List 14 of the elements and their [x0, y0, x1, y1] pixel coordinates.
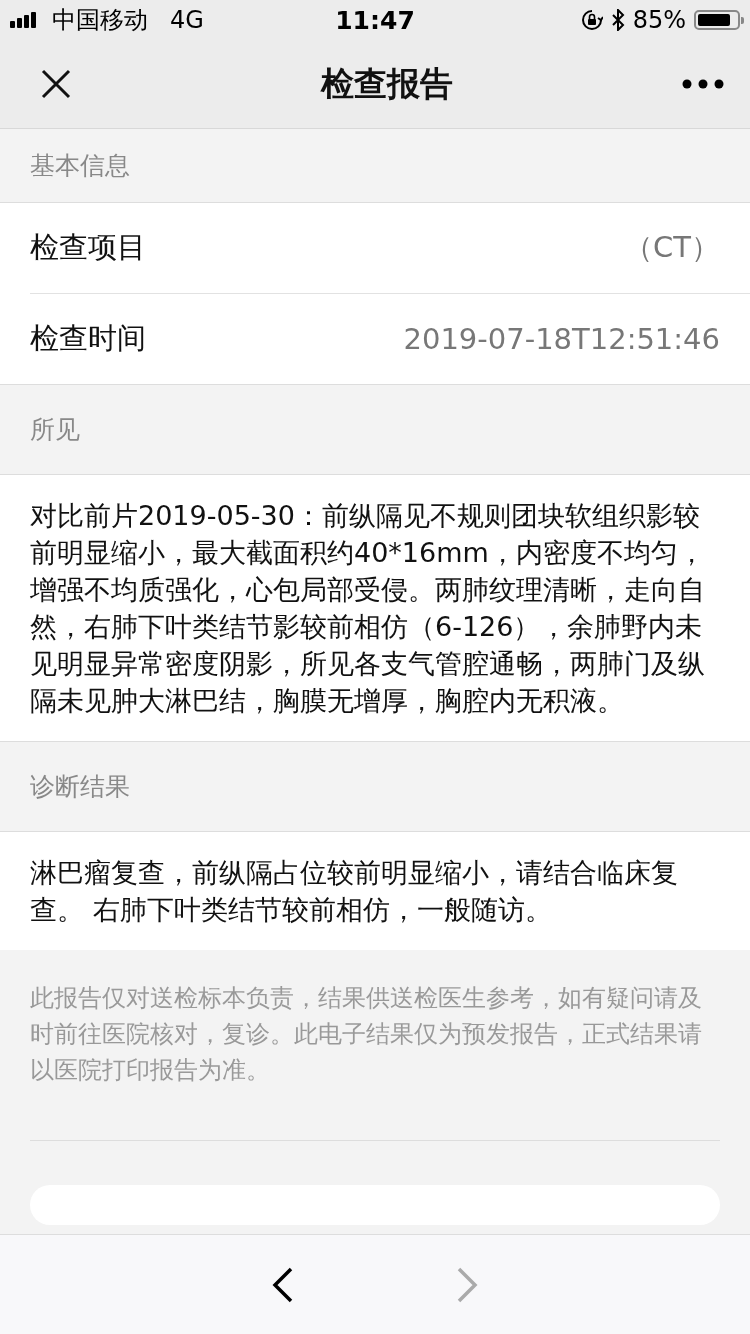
rotation-lock-icon	[580, 9, 603, 31]
disclaimer-text: 此报告仅对送检标本负责，结果供送检医生参考，如有疑问请及时前往医院核对，复诊。此电子结果仅为预发报告，正式结果请以医院打印报告为准。	[29, 983, 703, 1086]
row-label: 检查项目	[30, 229, 146, 266]
carrier-name: 中国移动	[52, 5, 148, 36]
row-value: （CT）	[624, 229, 720, 266]
network-type: 4G	[170, 6, 204, 34]
findings-text: 对比前片2019-05-30：前纵隔见不规则团块软组织影较前明显缩小，最大截面积约40*16mm，内密度不均匀，增强不均质强化，心包局部受侵。两肺纹理清晰，走向自然，右肺下叶类结节影较前相仿（6-126），余肺野内未见明显异常密度阴影，所见各支气管腔通畅，两肺门及纵隔未见肿大淋巴结，胸膜无增厚，胸腔内无积液。	[30, 499, 706, 718]
diagnosis-text: 淋巴瘤复查，前纵隔占位较前明显缩小，请结合临床复查。 右肺下叶类结节较前相仿，一般随访。	[30, 856, 679, 927]
page-title: 检查报告	[321, 62, 453, 105]
row-label: 检查时间	[30, 320, 146, 357]
clock-time: 11:47	[335, 5, 415, 35]
bluetooth-icon	[610, 9, 625, 31]
battery-percent: 85%	[632, 6, 686, 34]
row-value: 2019-07-18T12:51:46	[403, 322, 720, 356]
